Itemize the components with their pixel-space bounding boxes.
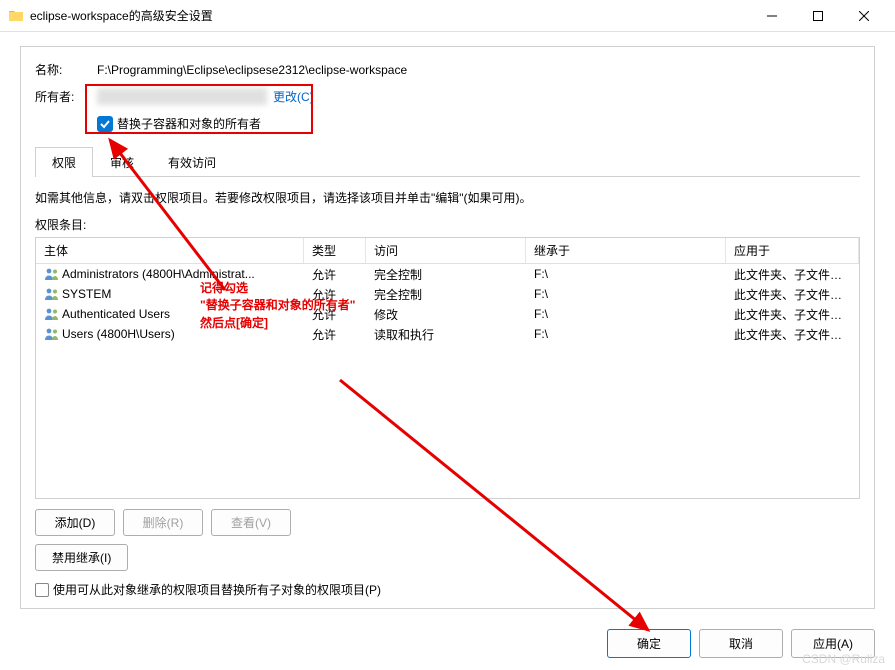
minimize-button[interactable] <box>749 0 795 32</box>
col-inherited[interactable]: 继承于 <box>526 238 726 263</box>
ok-button[interactable]: 确定 <box>607 629 691 658</box>
view-button[interactable]: 查看(V) <box>211 509 291 536</box>
name-label: 名称: <box>35 61 97 78</box>
close-button[interactable] <box>841 0 887 32</box>
col-principal[interactable]: 主体 <box>36 238 304 263</box>
col-applies[interactable]: 应用于 <box>726 238 859 263</box>
tab-effective-access[interactable]: 有效访问 <box>151 147 233 177</box>
col-type[interactable]: 类型 <box>304 238 366 263</box>
replace-child-label: 使用可从此对象继承的权限项目替换所有子对象的权限项目(P) <box>53 581 381 598</box>
tab-audit[interactable]: 审核 <box>93 147 151 177</box>
users-icon <box>44 287 60 301</box>
maximize-button[interactable] <box>795 0 841 32</box>
tab-permissions[interactable]: 权限 <box>35 147 93 177</box>
replace-owner-checkbox-row[interactable]: 替换子容器和对象的所有者 <box>97 115 860 132</box>
permissions-table: 主体 类型 访问 继承于 应用于 Administrators (4800H\A… <box>35 237 860 499</box>
change-owner-link[interactable]: 更改(C) <box>273 88 314 105</box>
table-row[interactable]: Users (4800H\Users)允许读取和执行F:\此文件夹、子文件夹和文… <box>36 324 859 344</box>
replace-owner-checkbox[interactable] <box>97 116 113 132</box>
replace-child-checkbox[interactable] <box>35 583 49 597</box>
users-icon <box>44 327 60 341</box>
table-row[interactable]: SYSTEM允许完全控制F:\此文件夹、子文件夹和文件 <box>36 284 859 304</box>
watermark: CSDN @Ruliza <box>802 652 885 666</box>
owner-label: 所有者: <box>35 88 97 105</box>
entries-label: 权限条目: <box>35 216 860 233</box>
col-access[interactable]: 访问 <box>366 238 526 263</box>
add-button[interactable]: 添加(D) <box>35 509 115 536</box>
owner-value: （已隐藏） <box>97 88 267 105</box>
replace-owner-label: 替换子容器和对象的所有者 <box>117 115 261 132</box>
table-row[interactable]: Administrators (4800H\Administrat...允许完全… <box>36 264 859 284</box>
users-icon <box>44 267 60 281</box>
window-title: eclipse-workspace的高级安全设置 <box>30 7 749 24</box>
users-icon <box>44 307 60 321</box>
table-row[interactable]: Authenticated Users允许修改F:\此文件夹、子文件夹和文件 <box>36 304 859 324</box>
delete-button[interactable]: 删除(R) <box>123 509 203 536</box>
cancel-button[interactable]: 取消 <box>699 629 783 658</box>
disable-inherit-button[interactable]: 禁用继承(I) <box>35 544 128 571</box>
folder-icon <box>8 8 24 24</box>
name-value: F:\Programming\Eclipse\eclipsese2312\ecl… <box>97 63 407 77</box>
hint-text: 如需其他信息，请双击权限项目。若要修改权限项目，请选择该项目并单击"编辑"(如果… <box>35 189 860 206</box>
